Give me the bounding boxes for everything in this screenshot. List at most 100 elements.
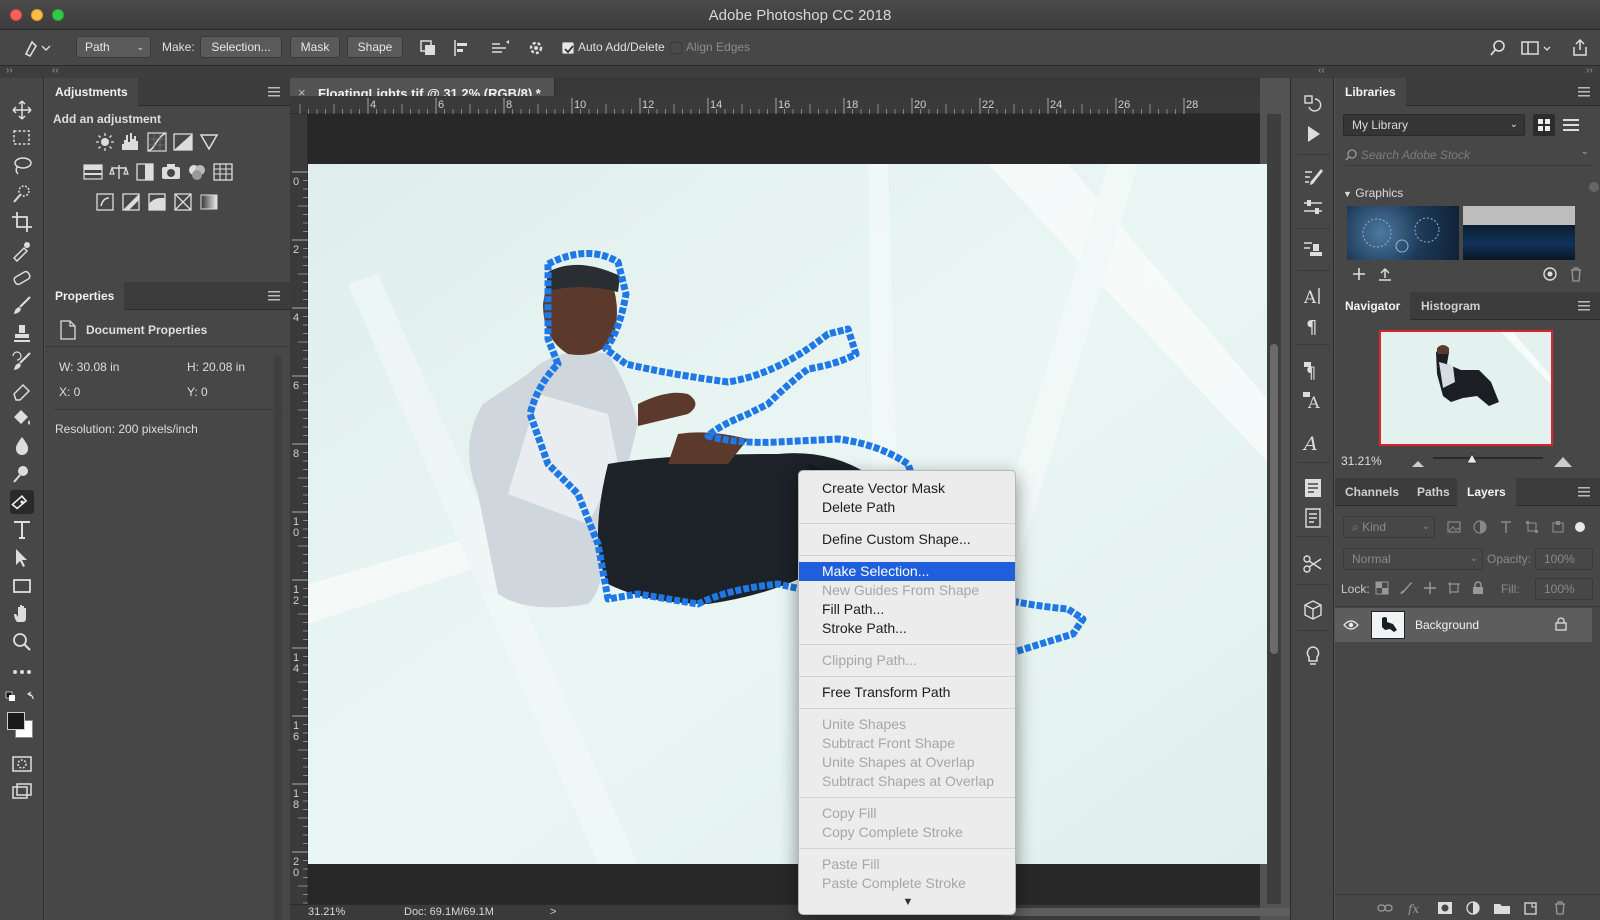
menu-item-define-custom-shape[interactable]: Define Custom Shape... (799, 530, 1015, 549)
add-graphic-icon[interactable] (1351, 266, 1367, 282)
tool-presets-icon[interactable] (1301, 552, 1325, 576)
make-selection-button[interactable]: Selection... (200, 36, 282, 58)
paint-bucket-tool-icon[interactable] (10, 406, 34, 430)
filter-type-layer-icon[interactable] (1499, 520, 1513, 534)
stock-search-field[interactable]: Search Adobe Stock ⌄ (1343, 144, 1593, 166)
zoom-out-mountain-icon[interactable] (1411, 458, 1425, 468)
posterize-icon[interactable] (121, 192, 141, 212)
collapse-dock-icon[interactable]: ‹‹ (1318, 65, 1325, 76)
menu-item-copy-fill[interactable]: Copy Fill (799, 804, 1015, 823)
make-mask-button[interactable]: Mask (290, 36, 340, 58)
upload-icon[interactable] (1377, 266, 1393, 282)
menu-item-make-selection[interactable]: Make Selection... (799, 562, 1015, 581)
tab-navigator[interactable]: Navigator (1335, 292, 1411, 320)
link-layers-icon[interactable] (1377, 902, 1393, 914)
menu-item-stroke-path[interactable]: Stroke Path... (799, 619, 1015, 638)
pen-tool-icon[interactable] (10, 490, 34, 514)
path-alignment-icon[interactable] (452, 38, 472, 58)
hand-tool-icon[interactable] (10, 602, 34, 626)
tab-adjustments[interactable]: Adjustments (45, 78, 138, 106)
hue-saturation-icon[interactable] (83, 162, 103, 182)
lock-position-icon[interactable] (1423, 581, 1437, 595)
menu-item-create-vector-mask[interactable]: Create Vector Mask (799, 479, 1015, 498)
layer-style-fx-icon[interactable]: fx (1407, 901, 1423, 915)
brush-tool-icon[interactable] (10, 294, 34, 318)
chevron-down-icon[interactable]: ⌄ (1581, 146, 1589, 157)
menu-item-unite-shapes[interactable]: Unite Shapes (799, 715, 1015, 734)
type-tool-icon[interactable] (10, 518, 34, 542)
tab-properties[interactable]: Properties (45, 282, 125, 310)
zoom-level[interactable]: 31.21% (308, 906, 345, 918)
layers-menu-icon[interactable] (1578, 487, 1590, 497)
vertical-scrollbar-thumb[interactable] (1270, 344, 1278, 654)
lock-all-icon[interactable] (1471, 581, 1485, 595)
path-selection-tool-icon[interactable] (10, 546, 34, 570)
blend-mode-select[interactable]: Normal ⌄ (1343, 548, 1483, 570)
selective-color-icon[interactable] (173, 192, 193, 212)
properties-scrollbar[interactable] (274, 356, 282, 920)
fill-field[interactable]: 100% (1535, 578, 1593, 600)
adjustment-sliders-icon[interactable] (1301, 196, 1325, 220)
navigator-zoom-slider[interactable] (1433, 452, 1543, 468)
move-tool-icon[interactable] (10, 98, 34, 122)
new-fill-adjustment-icon[interactable] (1465, 901, 1481, 915)
color-lookup-icon[interactable] (213, 162, 233, 182)
width-value[interactable]: W: 30.08 in (59, 360, 119, 374)
status-menu-arrow[interactable]: > (550, 906, 556, 918)
color-balance-icon[interactable] (109, 162, 129, 182)
collapse-right-panels-icon[interactable]: ›› (1586, 65, 1593, 76)
menu-item-subtract-front-shape[interactable]: Subtract Front Shape (799, 734, 1015, 753)
filter-toggle-switch[interactable] (1575, 522, 1585, 532)
make-shape-button[interactable]: Shape (347, 36, 403, 58)
share-icon[interactable] (1570, 38, 1590, 58)
height-value[interactable]: H: 20.08 in (187, 360, 245, 374)
tool-mode-select[interactable]: Path ⌄ (76, 36, 151, 58)
layer-name[interactable]: Background (1415, 618, 1479, 632)
add-mask-icon[interactable] (1437, 901, 1453, 915)
lock-artboard-icon[interactable] (1447, 581, 1461, 595)
tab-histogram[interactable]: Histogram (1411, 292, 1490, 320)
menu-item-fill-path[interactable]: Fill Path... (799, 600, 1015, 619)
eraser-tool-icon[interactable] (10, 378, 34, 402)
blur-tool-icon[interactable] (10, 434, 34, 458)
adjustments-menu-icon[interactable] (268, 87, 280, 97)
paragraph-icon[interactable]: ¶ (1301, 314, 1325, 338)
document-image[interactable] (308, 164, 1268, 864)
filter-adjustment-layer-icon[interactable] (1473, 520, 1487, 534)
filter-shape-layer-icon[interactable] (1525, 520, 1539, 534)
history-icon[interactable] (1301, 92, 1325, 116)
menu-item-free-transform-path[interactable]: Free Transform Path (799, 683, 1015, 702)
color-swatches[interactable] (5, 710, 39, 744)
grid-view-button[interactable] (1533, 114, 1555, 136)
graphic-thumbnail-2[interactable] (1463, 206, 1575, 260)
layer-filter-select[interactable]: ⌕ Kind ⌄ (1343, 516, 1435, 538)
search-icon[interactable] (1488, 38, 1508, 58)
tab-libraries[interactable]: Libraries (1335, 78, 1406, 106)
trash-icon[interactable] (1569, 266, 1583, 282)
notes-icon[interactable] (1301, 476, 1325, 500)
auto-add-delete-checkbox[interactable] (562, 42, 574, 54)
expand-toolbar-icon[interactable]: ›› (6, 65, 13, 76)
menu-item-subtract-shapes-at-overlap[interactable]: Subtract Shapes at Overlap (799, 772, 1015, 791)
tab-channels[interactable]: Channels (1335, 478, 1409, 506)
history-brush-tool-icon[interactable] (10, 350, 34, 374)
menu-item-paste-fill[interactable]: Paste Fill (799, 855, 1015, 874)
new-group-folder-icon[interactable] (1493, 901, 1511, 915)
learn-bulb-icon[interactable] (1301, 644, 1325, 668)
clone-stamp-tool-icon[interactable] (10, 322, 34, 346)
crop-tool-icon[interactable] (10, 210, 34, 234)
path-arrangement-icon[interactable] (488, 38, 509, 58)
menu-item-delete-path[interactable]: Delete Path (799, 498, 1015, 517)
eyedropper-tool-icon[interactable] (10, 238, 34, 262)
quick-selection-tool-icon[interactable] (10, 182, 34, 206)
black-white-icon[interactable] (135, 162, 155, 182)
levels-icon[interactable] (121, 132, 141, 152)
navigator-preview[interactable] (1379, 330, 1553, 446)
graphic-thumbnail-1[interactable] (1347, 206, 1459, 260)
horizontal-scrollbar[interactable] (1000, 908, 1300, 916)
canvas-area[interactable] (308, 114, 1268, 904)
menu-item-unite-shapes-at-overlap[interactable]: Unite Shapes at Overlap (799, 753, 1015, 772)
libraries-scroll-indicator[interactable] (1589, 182, 1599, 192)
tab-paths[interactable]: Paths (1407, 478, 1460, 506)
new-layer-icon[interactable] (1523, 901, 1539, 915)
